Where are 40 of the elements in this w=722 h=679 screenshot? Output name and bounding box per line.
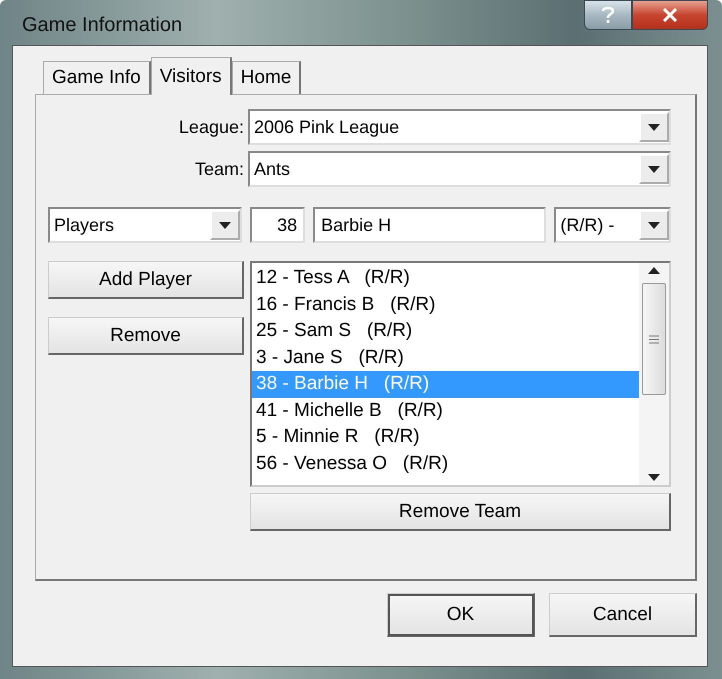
scrollbar-thumb[interactable] [642,283,666,395]
list-item[interactable]: 25 - Sam S (R/R) [252,318,639,344]
close-icon [662,8,678,22]
action-button[interactable]: Remove [48,317,244,355]
scroll-down-icon[interactable] [648,474,660,481]
scroll-up-icon[interactable] [648,267,660,274]
hand-dropdown[interactable]: (R/R) - [554,207,671,243]
close-button[interactable] [632,0,708,30]
action-button[interactable]: Add Player [48,261,244,299]
list-item[interactable]: 56 - Venessa O (R/R) [252,450,639,477]
window-title: Game Information [21,13,182,37]
dropdown-button[interactable] [639,210,669,240]
list-item[interactable]: 5 - Minnie R (R/R) [252,424,639,450]
number-field[interactable]: 38 [250,207,306,243]
remove-team-button[interactable]: Remove Team [250,493,671,531]
tab[interactable]: Visitors [150,57,232,95]
field-label: Team: [194,158,244,180]
league-dropdown[interactable]: 2006 Pink League [248,109,671,145]
caret-icon[interactable] [648,124,660,130]
name-field[interactable]: Barbie H [313,207,546,243]
list-item[interactable]: 16 - Francis B (R/R) [252,292,639,318]
help-icon [602,6,614,24]
dialog-button[interactable]: Cancel [549,593,697,637]
dropdown-button[interactable] [210,210,240,240]
dropdown-button[interactable] [639,154,669,184]
list-item[interactable]: 12 - Tess A (R/R) [252,265,639,292]
help-button[interactable] [584,0,632,30]
caret-icon[interactable] [648,222,660,228]
team-dropdown[interactable]: Ants [248,151,671,187]
list-item[interactable]: 41 - Michelle B (R/R) [252,398,639,424]
player-list[interactable]: 12 - Tess A (R/R) 16 - Francis B (R/R) 25 - Sam S (R/R) 3 - Jane S (R/R) 38 - Barbie H (R/R) 41 - Michelle B (R/R) 5 - Minnie R (R/R) 56 - Venessa O (R/R) [250,261,671,487]
tab[interactable]: Game Info [43,61,151,94]
dropdown-button[interactable] [639,112,669,142]
caret-icon[interactable] [648,166,660,172]
list-item[interactable]: 3 - Jane S (R/R) [252,344,639,371]
tab[interactable]: Home [232,61,302,94]
player-type-dropdown[interactable]: Players [48,207,242,243]
field-label: League: [178,116,244,138]
dialog-button[interactable]: OK [387,593,535,637]
caret-icon[interactable] [218,222,231,228]
